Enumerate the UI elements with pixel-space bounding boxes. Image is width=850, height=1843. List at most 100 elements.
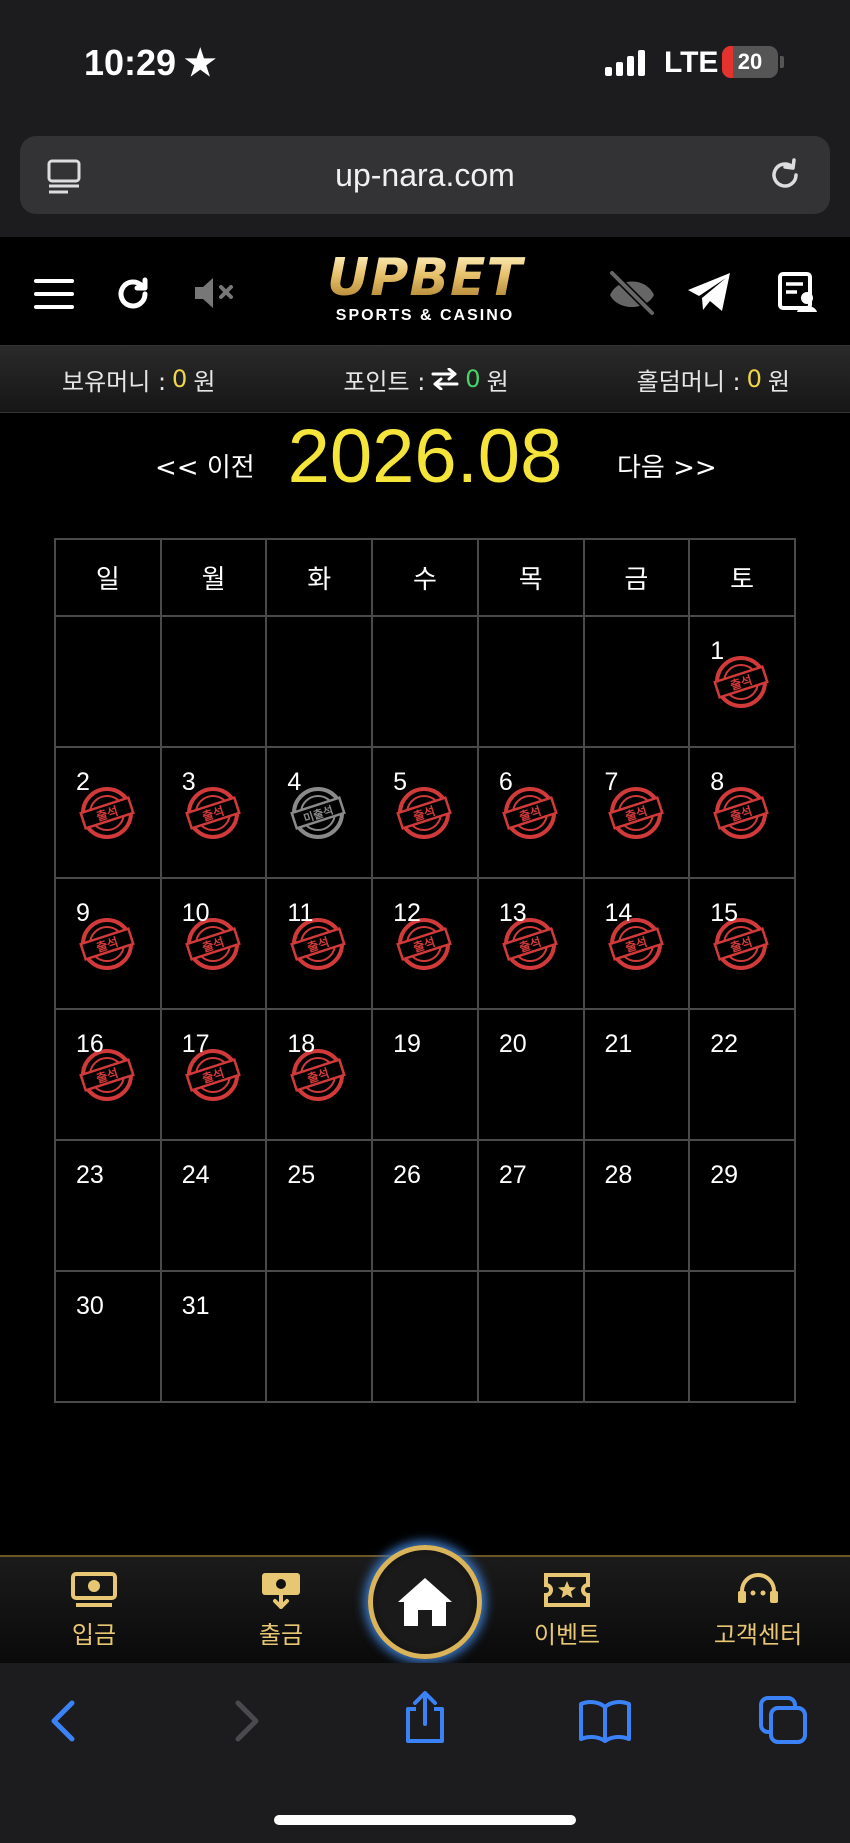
calendar-day-cell[interactable]: 15 출석 xyxy=(688,877,796,1010)
refresh-icon[interactable] xyxy=(114,275,152,313)
reload-icon[interactable] xyxy=(766,156,804,194)
site-bottom-nav: 입금 출금 이벤트 고객센터 xyxy=(0,1545,850,1663)
calendar-day-cell[interactable]: 30 xyxy=(54,1270,162,1403)
nav-event-label: 이벤트 xyxy=(533,1621,601,1649)
stamp-label: 출석 xyxy=(306,1065,332,1086)
calendar-week-row: 1 출석 xyxy=(54,615,796,748)
nav-deposit[interactable]: 입금 xyxy=(34,1571,154,1650)
weekday-header: 금 xyxy=(582,538,691,617)
withdraw-icon xyxy=(262,1573,300,1609)
day-number: 1 xyxy=(710,637,725,665)
stamp-label: 출석 xyxy=(411,803,437,824)
calendar-empty-cell xyxy=(688,1270,796,1403)
calendar-empty-cell xyxy=(159,615,268,748)
browser-toolbar xyxy=(0,1663,850,1843)
headset-icon xyxy=(738,1573,778,1603)
calendar-day-cell[interactable]: 7 출석 xyxy=(582,746,691,879)
day-number: 5 xyxy=(393,768,408,796)
nav-withdraw[interactable]: 출금 xyxy=(221,1571,341,1650)
calendar-day-cell[interactable]: 9 출석 xyxy=(54,877,162,1010)
day-number: 12 xyxy=(393,899,421,927)
calendar-day-cell[interactable]: 2 출석 xyxy=(54,746,162,879)
calendar-day-cell[interactable]: 8 출석 xyxy=(688,746,796,879)
calendar-day-cell[interactable]: 27 xyxy=(476,1139,585,1272)
calendar-day-cell[interactable]: 21 xyxy=(582,1008,691,1141)
nav-withdraw-label: 출금 xyxy=(258,1621,304,1649)
day-number: 6 xyxy=(498,768,513,796)
calendar-day-cell[interactable]: 16 출석 xyxy=(54,1008,162,1141)
calendar-day-cell[interactable]: 13 출석 xyxy=(476,877,585,1010)
calendar-empty-cell xyxy=(476,615,585,748)
day-number: 9 xyxy=(76,899,90,927)
back-icon[interactable] xyxy=(48,1699,78,1743)
url-text[interactable]: up-nara.com xyxy=(20,136,830,214)
calendar-day-cell[interactable]: 22 xyxy=(688,1008,796,1141)
calendar-day-cell[interactable]: 28 xyxy=(582,1139,691,1272)
battery-level: 20 xyxy=(737,49,763,74)
day-number: 21 xyxy=(604,1030,633,1058)
holdem-value: 0 xyxy=(746,365,762,393)
weekday-header: 화 xyxy=(265,538,374,617)
calendar-day-cell[interactable]: 31 xyxy=(159,1270,268,1403)
calendar-day-cell[interactable]: 5 출석 xyxy=(371,746,479,879)
calendar-day-cell[interactable]: 12 출석 xyxy=(371,877,479,1010)
calendar-day-cell[interactable]: 6 출석 xyxy=(476,746,585,879)
attendance-calendar: 일 월 화 수 목 금 토 1 출석 2 출석 3 출석 4 미출석 5 출석 6 출석 7 출석 8 출석 9… xyxy=(54,538,796,1403)
calendar-day-cell[interactable]: 14 출석 xyxy=(582,877,691,1010)
day-number: 24 xyxy=(181,1161,210,1189)
calendar-day-cell[interactable]: 17 출석 xyxy=(159,1008,268,1141)
stamp-label: 출석 xyxy=(623,803,649,824)
next-month-button[interactable]: 다음 >> xyxy=(617,447,717,484)
calendar-week-row: 16 출석 17 출석 18 출석 19 20 21 22 xyxy=(54,1008,796,1141)
browser-url-area: up-nara.com xyxy=(0,125,850,237)
stamp-label: 출석 xyxy=(200,1065,226,1086)
calendar-empty-cell xyxy=(54,615,162,748)
telegram-icon[interactable] xyxy=(686,271,732,313)
calendar-day-cell[interactable]: 10 출석 xyxy=(159,877,268,1010)
tabs-icon[interactable] xyxy=(758,1695,808,1745)
calendar-day-cell[interactable]: 1 출석 xyxy=(688,615,796,748)
address-bar[interactable]: up-nara.com xyxy=(20,136,830,214)
weekday-header: 토 xyxy=(688,538,796,617)
logo-text: UPBET xyxy=(300,251,550,305)
day-number: 20 xyxy=(498,1030,527,1058)
calendar-day-cell[interactable]: 11 출석 xyxy=(265,877,374,1010)
bookmarks-icon[interactable] xyxy=(578,1699,632,1743)
money-balance: 보유머니 : 0 원 xyxy=(62,365,216,396)
calendar-day-cell[interactable]: 24 xyxy=(159,1139,268,1272)
nav-event[interactable]: 이벤트 xyxy=(507,1571,627,1650)
exchange-icon[interactable] xyxy=(431,368,459,390)
day-number: 30 xyxy=(76,1292,104,1320)
forward-icon[interactable] xyxy=(232,1699,262,1743)
calendar-empty-cell xyxy=(265,1270,374,1403)
calendar-day-cell[interactable]: 18 출석 xyxy=(265,1008,374,1141)
calendar-day-cell[interactable]: 25 xyxy=(265,1139,374,1272)
calendar-day-cell[interactable]: 20 xyxy=(476,1008,585,1141)
calendar-day-cell[interactable]: 26 xyxy=(371,1139,479,1272)
calendar-day-cell[interactable]: 19 xyxy=(371,1008,479,1141)
calendar-day-cell[interactable]: 29 xyxy=(688,1139,796,1272)
eye-off-icon[interactable] xyxy=(604,267,660,317)
holdem-balance: 홀덤머니 : 0 원 xyxy=(636,365,790,396)
upbet-logo[interactable]: UPBET SPORTS & CASINO xyxy=(300,251,550,331)
stamp-label: 출석 xyxy=(729,934,755,955)
home-button[interactable] xyxy=(368,1545,482,1659)
calendar-day-cell[interactable]: 4 미출석 xyxy=(265,746,374,879)
calendar-week-row: 30 31 xyxy=(54,1270,796,1403)
day-number: 13 xyxy=(498,899,527,927)
logo-subtext: SPORTS & CASINO xyxy=(335,307,515,324)
account-icon[interactable] xyxy=(777,271,819,313)
nav-deposit-label: 입금 xyxy=(71,1621,117,1649)
calendar-day-cell[interactable]: 23 xyxy=(54,1139,162,1272)
day-number: 7 xyxy=(604,768,619,796)
star-icon: ★ xyxy=(184,42,217,83)
calendar-day-cell[interactable]: 3 출석 xyxy=(159,746,268,879)
share-icon[interactable] xyxy=(402,1691,448,1745)
day-number: 28 xyxy=(604,1161,633,1189)
mute-icon[interactable] xyxy=(193,275,239,311)
weekday-header-row: 일 월 화 수 목 금 토 xyxy=(54,538,796,617)
day-number: 8 xyxy=(710,768,725,796)
home-icon xyxy=(398,1578,452,1626)
nav-support[interactable]: 고객센터 xyxy=(696,1571,820,1650)
hamburger-menu-icon[interactable] xyxy=(34,279,74,309)
